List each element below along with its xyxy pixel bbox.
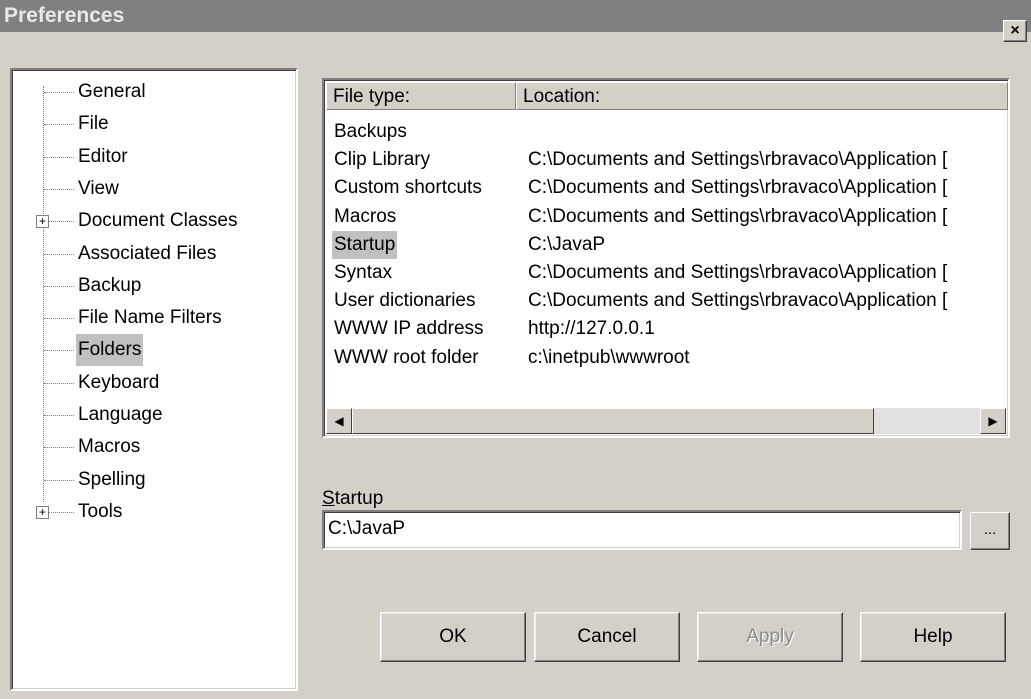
file-type-cell: WWW root folder [334, 346, 479, 368]
file-type-cell: User dictionaries [334, 290, 476, 312]
location-cell: C:\Documents and Settings\rbravaco\Appli… [528, 290, 948, 312]
location-cell: http://127.0.0.1 [528, 318, 655, 340]
tree-item-label: Macros [78, 436, 141, 458]
tree-item-label: General [78, 81, 146, 102]
startup-path-input[interactable]: C:\JavaP [322, 510, 962, 550]
close-button[interactable]: × [1003, 20, 1027, 42]
tree-connector [44, 382, 74, 384]
location-cell: c:\inetpub\wwwroot [528, 346, 690, 368]
apply-button[interactable]: Apply [697, 612, 843, 662]
location-cell: C:\Documents and Settings\rbravaco\Appli… [528, 205, 948, 227]
tree-connector [44, 479, 74, 481]
column-header-file-type[interactable]: File type: [326, 82, 516, 110]
tree-item-label: Editor [78, 145, 128, 167]
tree-connector [44, 350, 74, 352]
tree-connector [44, 253, 74, 255]
startup-field-label: Startup [322, 488, 384, 509]
tree-connector [44, 188, 74, 190]
tree-item-label: Backup [78, 274, 142, 296]
tree-connector [44, 92, 74, 93]
tree-connector [44, 124, 74, 126]
file-type-cell: Macros [334, 205, 397, 227]
cancel-button[interactable]: Cancel [534, 612, 680, 662]
tree-item-label: Language [78, 404, 163, 425]
tree-connector [44, 447, 74, 449]
tree-item-label: Keyboard [78, 371, 160, 393]
tree-item-label: Folders [76, 334, 144, 367]
close-icon: × [1010, 22, 1020, 39]
category-tree[interactable]: General File Editor View + Document Classes As… [10, 68, 298, 691]
scroll-thumb[interactable] [352, 408, 874, 434]
tree-connector [44, 415, 74, 416]
tree-connector-line [43, 86, 44, 502]
tree-item-label: Spelling [78, 468, 146, 490]
location-cell: C:\JavaP [528, 233, 606, 255]
browse-button[interactable]: ... [970, 512, 1010, 550]
expand-icon[interactable]: + [36, 215, 49, 229]
folder-list[interactable]: File type: Location: ◀ ▶ Backups Clip Lib… [322, 78, 1010, 438]
scroll-left-icon[interactable]: ◀ [326, 408, 352, 434]
tree-connector [44, 156, 74, 158]
help-button[interactable]: Help [860, 612, 1006, 662]
tree-item-label: File [78, 113, 109, 135]
file-type-cell: Clip Library [334, 149, 431, 171]
scroll-right-icon[interactable]: ▶ [980, 408, 1006, 434]
file-type-cell: Custom shortcuts [334, 177, 482, 199]
file-type-cell: Startup [332, 230, 398, 259]
file-type-cell: Syntax [334, 262, 393, 283]
expand-icon[interactable]: + [36, 505, 49, 519]
horizontal-scrollbar[interactable]: ◀ ▶ [326, 408, 1006, 434]
tree-item-label: Associated Files [78, 242, 217, 264]
file-type-cell: Backups [334, 121, 407, 142]
tree-item-label: Tools [78, 500, 123, 522]
file-type-cell: WWW IP address [334, 318, 484, 340]
tree-item-label: View [78, 177, 119, 199]
location-cell: C:\Documents and Settings\rbravaco\Appli… [528, 177, 948, 199]
startup-path-value: C:\JavaP [328, 518, 406, 539]
tree-item-label: Document Classes [78, 210, 238, 232]
ok-button[interactable]: OK [380, 612, 526, 662]
tree-connector [44, 318, 74, 320]
location-cell: C:\Documents and Settings\rbravaco\Appli… [528, 149, 948, 171]
tree-connector [44, 285, 74, 287]
location-cell: C:\Documents and Settings\rbravaco\Appli… [528, 262, 948, 283]
window-title: Preferences [4, 4, 125, 27]
tree-item-label: File Name Filters [78, 307, 222, 329]
column-header-location[interactable]: Location: [516, 82, 1008, 110]
title-bar: Preferences [0, 0, 1031, 32]
